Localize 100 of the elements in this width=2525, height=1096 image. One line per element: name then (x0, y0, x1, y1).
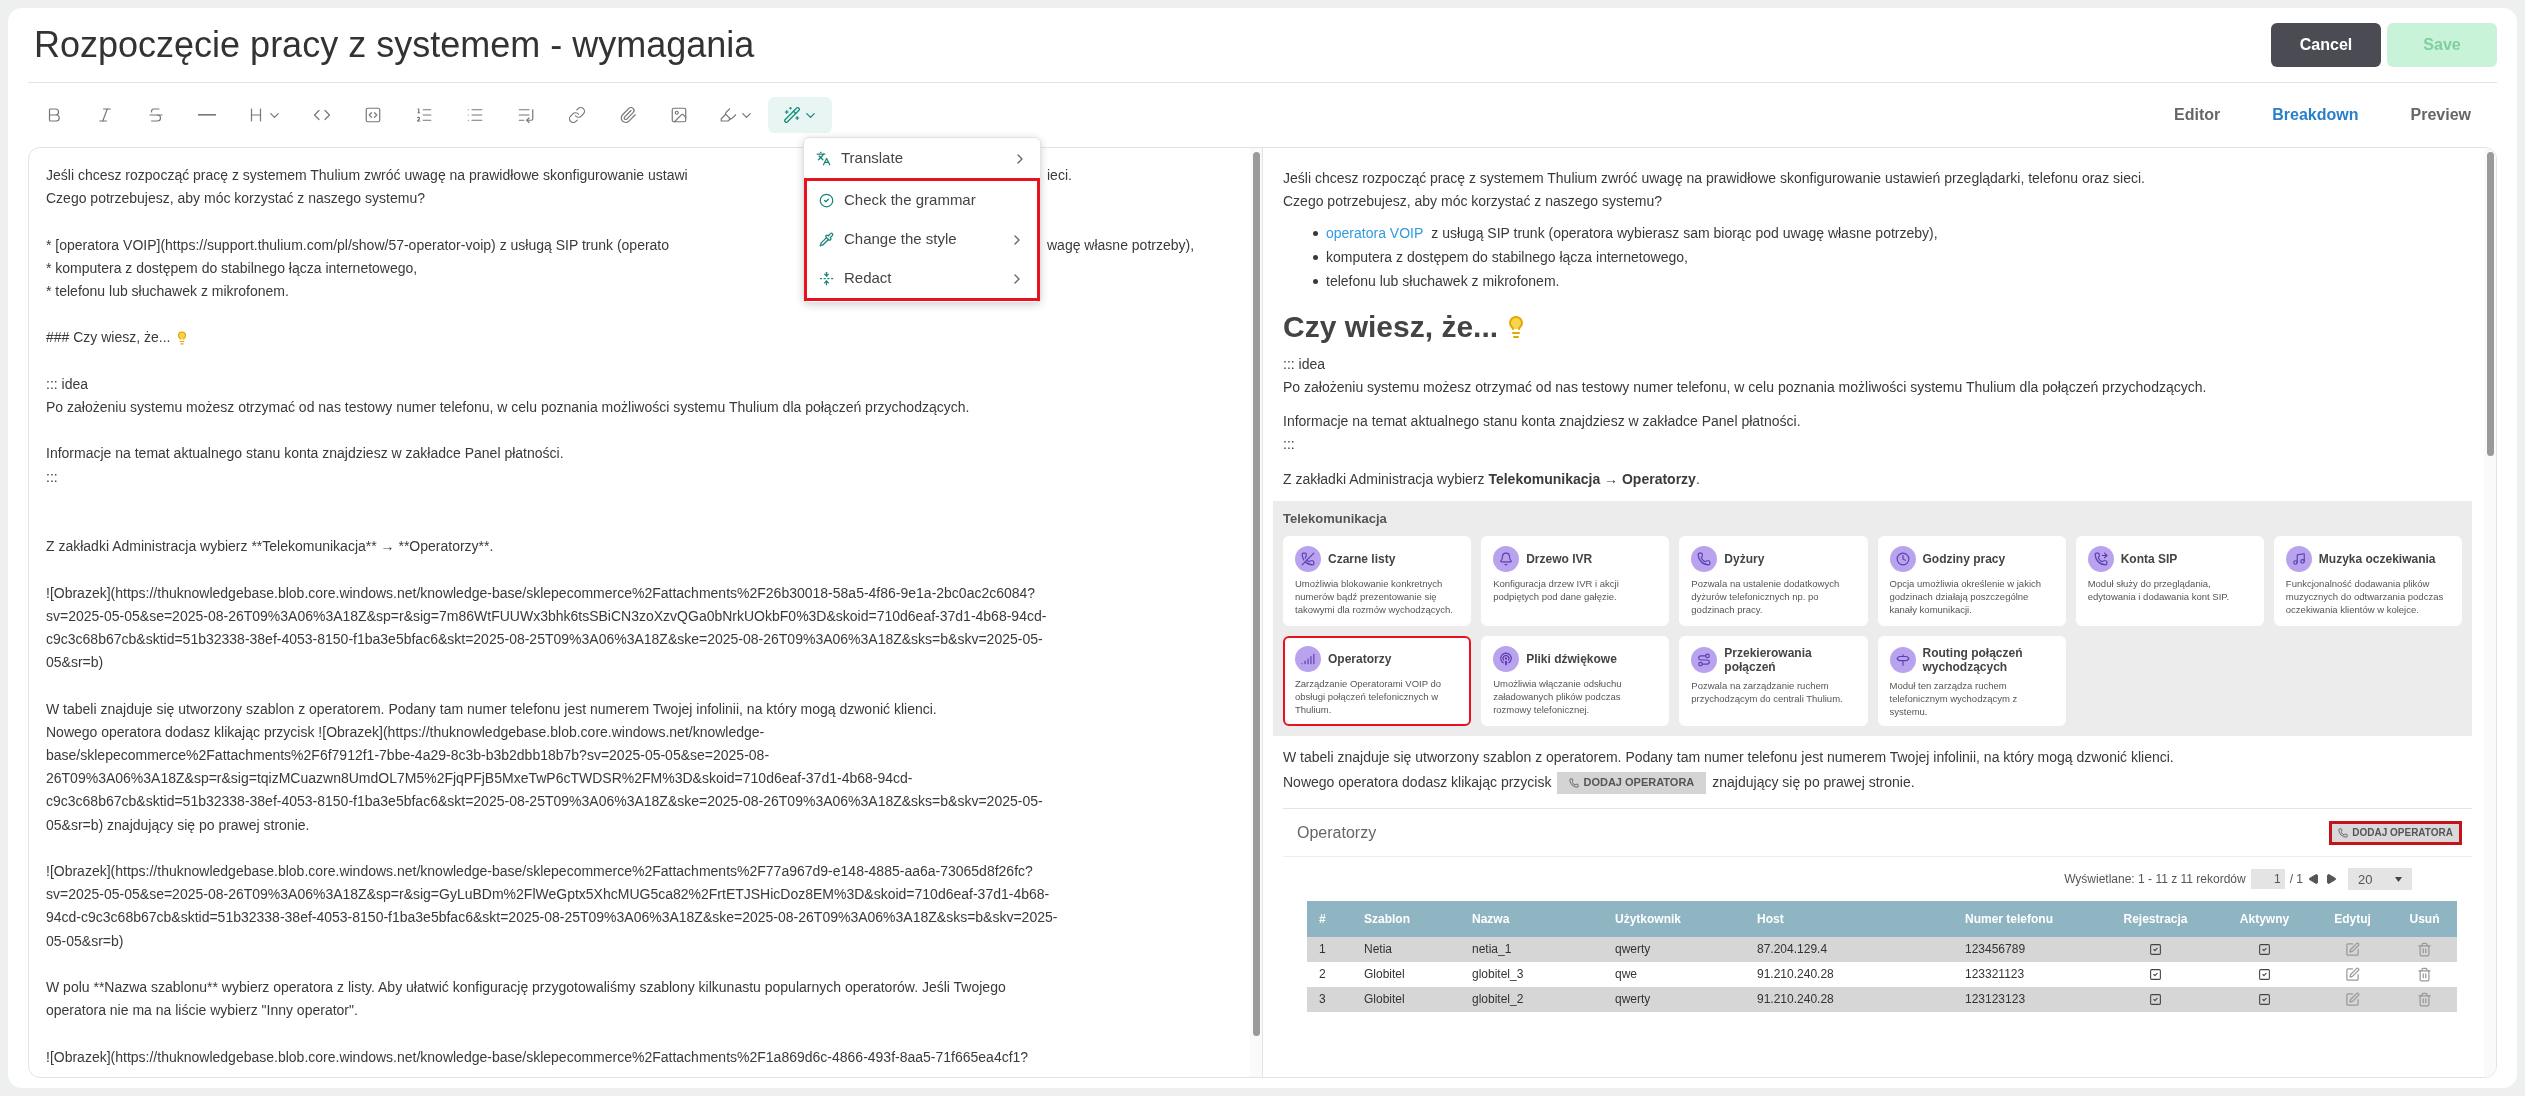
phone-forward-icon (2093, 552, 2108, 566)
pipette-icon (819, 232, 834, 247)
tile-title: Routing połączeń wychodzących (1922, 646, 2024, 674)
route-icon (1697, 653, 1712, 667)
tile-description: Konfiguracja drzew IVR i akcji podpiętych pod dane gałęzie. (1493, 577, 1620, 603)
cancel-button[interactable]: Cancel (2271, 23, 2381, 67)
scrollbar[interactable] (1250, 148, 1262, 1077)
editor-line: wagę własne potrzeby), (1047, 235, 1195, 255)
menu-item[interactable]: Change the style (807, 220, 1037, 259)
marker-icon (718, 106, 737, 124)
link[interactable]: operatora VOIP (1326, 221, 1424, 245)
dropdown-triangle-icon (2395, 876, 2402, 882)
menu-item[interactable]: Translate (804, 139, 1040, 178)
phone-icon (1569, 777, 1580, 788)
trash-icon[interactable] (2417, 992, 2432, 1007)
numbered-list-icon (414, 106, 433, 124)
bullet-icon (1313, 254, 1318, 260)
view-tab[interactable]: Preview (2386, 97, 2495, 133)
column-header: # (1319, 910, 1326, 928)
panel-title: Operatorzy (1297, 823, 1377, 843)
tile-description: Zarządzanie Operatorami VOIP do obsługi połączeń telefonicznych w Thulium. (1295, 677, 1443, 716)
editor-line: sv=2025-05-05&se=2025-08-26T09%3A06%3A18Z&sp=r&sig=GyLuBDm%2FlWeGptx5XhcMUG5ca82%2FrtETJSHicDoz8EM%3D&skoid=710d6eaf-37d1-4b68- (46, 885, 1050, 905)
next-page-icon[interactable] (2325, 873, 2337, 885)
scrollbar[interactable] (2484, 148, 2496, 1077)
table-cell: qwerty (1615, 942, 1651, 956)
list-item-text: komputera z dostępem do stabilnego łącza internetowego, (1326, 248, 1688, 267)
column-header: Użytkownik (1615, 910, 1681, 928)
editor-line: * komputera z dostępem do stabilnego łącza internetowego, (46, 258, 418, 278)
compress-icon (819, 271, 834, 286)
editor-line: W polu **Nazwa szablonu** wybierz operatora z listy. Aby ułatwić konfigurację przygotowaliśmy szablony kilkunastu popularnych operatorów. Jeśli Twojego (46, 977, 1006, 997)
editor-line: Nowego operatora dodasz klikając przycisk ![Obrazek](https://thuknowledgebase.blob.core.windows.net/knowledge- (46, 722, 765, 742)
tile-title: Godziny pracy (1922, 552, 2006, 566)
menu-item[interactable]: Redact (807, 259, 1037, 298)
editor-line: ### Czy wiesz, że... (46, 328, 171, 348)
phone-icon (2338, 827, 2349, 838)
table-cell: qwerty (1615, 992, 1651, 1006)
image-icon (669, 106, 688, 124)
paragraph: Jeśli chcesz rozpocząć pracę z systemem Thulium zwróć uwagę na prawidłowe skonfigurowanie ustawień przeglądarki, telefonu oraz sieci. (1283, 169, 2145, 188)
table-cell: globitel_2 (1472, 992, 1524, 1006)
check-circle-icon (819, 193, 834, 208)
editor-line: * telefonu lub słuchawek z mikrofonem. (46, 282, 289, 301)
tile-description: Umożliwia włączanie odsłuchu załadowanych plików podczas rozmowy telefonicznej. (1493, 677, 1623, 716)
editor-line: ieci. (1047, 166, 1072, 185)
tile-title: Czarne listy (1328, 552, 1396, 566)
edit-icon[interactable] (2345, 992, 2360, 1007)
trash-icon[interactable] (2417, 942, 2432, 957)
table-cell: 87.204.129.4 (1757, 942, 1828, 956)
editor-line: * [operatora VOIP](https://support.thulium.com/pl/show/57-operator-voip) z usługą SIP trunk (operato (46, 236, 670, 253)
page-field[interactable]: 1 (2250, 869, 2285, 889)
table-cell: 123123123 (1965, 992, 2026, 1006)
tile-description: Opcja umożliwia określenie w jakich godzinach działają poszczególne kanały komunikacji. (1889, 577, 2043, 616)
view-tab[interactable]: Breakdown (2248, 97, 2383, 133)
table-cell: 3 (1319, 992, 1326, 1006)
table-cell: 1 (1319, 942, 1326, 956)
tile-description: Funkcjonalność dodawania plików muzycznych do odtwarzania podczas oczekiwania klientów w kolejce. (2285, 577, 2445, 616)
menu-item[interactable]: Check the grammar (807, 181, 1037, 220)
editor-line: 94cd-c9c3c68b67cb&sktid=51b32338-38ef-4053-8150-f1ba3e5bfac6&skt=2025-08-25T09%3A06%3A18Z&ske=2025-08-26T09%3A06%3A18Z&sks=b&skv=2025- (46, 908, 1058, 928)
tile-title: Przekierowania połączeń (1724, 646, 1813, 674)
edit-icon[interactable] (2345, 967, 2360, 982)
tile-title: Drzewo IVR (1526, 552, 1593, 566)
table-cell: netia_1 (1472, 942, 1512, 956)
editor-line: operatora nie ma na liście wybierz "Inny operator". (46, 1001, 358, 1021)
records-count: Wyświetlane: 1 - 11 z 11 rekordów (2064, 870, 2246, 888)
trash-icon[interactable] (2417, 967, 2432, 982)
page-title: Rozpoczęcie pracy z systemem - wymagania (34, 23, 755, 67)
view-tab[interactable]: Editor (2150, 97, 2245, 133)
table-cell: 123456789 (1965, 942, 2026, 956)
paragraph: ::: idea (1283, 355, 1326, 374)
editor-line: 05&sr=b) znajdujący się po prawej stronie. (46, 815, 310, 835)
edit-icon[interactable] (2345, 942, 2360, 957)
table-cell: 123321123 (1965, 967, 2025, 981)
section-heading: Czy wiesz, że... (1283, 309, 1499, 345)
column-header: Usuń (2409, 910, 2440, 928)
previous-page-icon[interactable] (2308, 873, 2320, 885)
phone-icon (1697, 552, 1712, 566)
clock-icon (1895, 552, 1910, 566)
table-cell: Globitel (1364, 992, 1405, 1006)
bullet-icon (1313, 230, 1318, 236)
magic-wand-icon (782, 106, 801, 124)
add-operator-button[interactable]: DODAJ OPERATORA (2329, 820, 2462, 845)
table-cell: Globitel (1364, 967, 1405, 981)
table-cell: globitel_3 (1472, 967, 1524, 981)
editor-line: 26T09%3A06%3A18Z&sp=r&sig=tqizMCuazwn8UmdOL7M5%2FjqPFjB5MxeTwP6cTWDSR%2FM%3D&skoid=710d6eaf-37d1-4b68-94cd- (46, 769, 913, 789)
editor-line: Czego potrzebujesz, aby móc korzystać z naszego systemu? (46, 189, 425, 209)
tile-title: Muzyka oczekiwania (2318, 552, 2436, 566)
tile-description: Pozwala na ustalenie dodatkowych dyżurów telefonicznych np. po godzinach pracy. (1691, 577, 1841, 616)
signpost-icon (1895, 653, 1910, 667)
editor-line: ::: idea (46, 374, 89, 394)
editor-line: Informacje na temat aktualnego stanu konta znajdziesz w zakładce Panel płatności. (46, 444, 564, 464)
editor-line: ![Obrazek](https://thuknowledgebase.blob.core.windows.net/knowledge-base/sklepecommerce%2Fattachments%2F26b30018-58a5-4f86-9e1a-2bc0ac2c6084? (46, 583, 1036, 603)
page-total: / 1 (2289, 870, 2303, 888)
editor-line: W tabeli znajduje się utworzony szablon z operatorem. Podany tam numer telefonu jest numerem Twojej infolinii, na który mogą dzwonić klienci. (46, 699, 937, 719)
list-item-text: telefonu lub słuchawek z mikrofonem. (1326, 272, 1560, 291)
table-cell: 91.210.240.28 (1757, 967, 1834, 981)
editor-line: Z zakładki Administracja wybierz **Telekomunikacja** → **Operatorzy**. (46, 537, 494, 557)
code-block-icon (363, 106, 382, 124)
paragraph: Informacje na temat aktualnego stanu konta znajdziesz w zakładce Panel płatności. (1283, 412, 1801, 431)
magic-wand-button[interactable] (768, 97, 832, 133)
page-size-select[interactable]: 20 (2348, 868, 2412, 890)
list-item-text: z usługą SIP trunk (operatora wybierasz sam biorąc pod uwagę własne potrzeby), (1431, 224, 1938, 243)
